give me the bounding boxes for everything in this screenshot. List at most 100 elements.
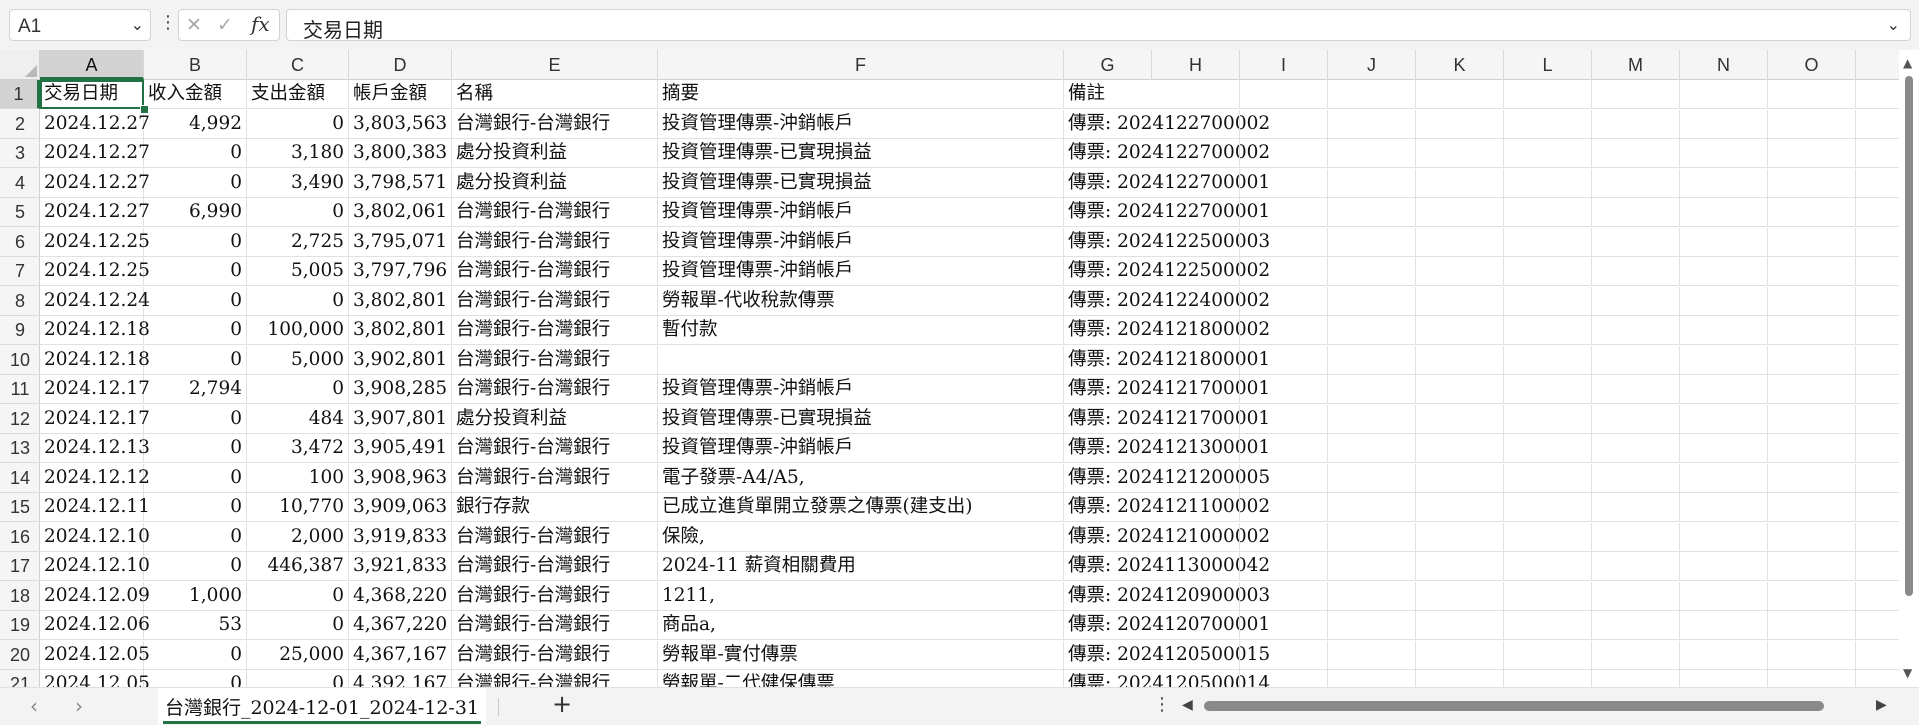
cell[interactable]: 25,000 xyxy=(247,640,349,670)
cell[interactable] xyxy=(1592,640,1680,670)
cell[interactable]: 53 xyxy=(144,611,247,640)
cell[interactable] xyxy=(1240,463,1328,493)
cell[interactable]: 0 xyxy=(144,257,247,286)
cell[interactable]: 3,921,833 xyxy=(349,552,452,581)
cell[interactable] xyxy=(1592,522,1680,552)
cell[interactable]: 台灣銀行-台灣銀行 xyxy=(452,345,658,375)
cell[interactable] xyxy=(1152,345,1240,375)
cell[interactable]: 2024.12.27 xyxy=(40,168,150,198)
cell[interactable]: 1211, xyxy=(658,581,1064,611)
sheet-tab[interactable]: 台灣銀行_2024-12-01_2024-12-31 xyxy=(158,688,486,724)
cell[interactable] xyxy=(1152,670,1240,687)
cell[interactable]: 3,795,071 xyxy=(349,227,452,257)
cell[interactable] xyxy=(1856,375,1899,404)
cell[interactable]: 投資管理傳票-沖銷帳戶 xyxy=(658,198,1064,227)
cell[interactable] xyxy=(1416,434,1504,463)
cell[interactable] xyxy=(1240,611,1328,640)
cell[interactable] xyxy=(1504,581,1592,611)
cell[interactable] xyxy=(1152,522,1240,552)
cell[interactable]: 台灣銀行-台灣銀行 xyxy=(452,109,658,139)
row-header-6[interactable]: 6 xyxy=(0,228,40,257)
cell[interactable] xyxy=(1680,257,1768,286)
cell[interactable]: 2,794 xyxy=(144,375,247,404)
cell[interactable]: 0 xyxy=(144,286,247,316)
cell[interactable] xyxy=(1240,581,1328,611)
cell[interactable]: 名稱 xyxy=(452,80,658,109)
cell[interactable] xyxy=(1240,286,1328,316)
cell[interactable]: 台灣銀行-台灣銀行 xyxy=(452,375,658,404)
cell[interactable] xyxy=(1592,404,1680,434)
cell[interactable]: 台灣銀行-台灣銀行 xyxy=(452,227,658,257)
cell[interactable]: 1,000 xyxy=(144,581,247,611)
cell[interactable] xyxy=(1240,109,1328,139)
cell[interactable]: 0 xyxy=(247,198,349,227)
column-header-e[interactable]: E xyxy=(452,50,658,80)
cell[interactable] xyxy=(1856,641,1899,670)
cell[interactable]: 3,909,063 xyxy=(349,493,452,522)
cell[interactable]: 2024.12.24 xyxy=(40,286,150,316)
cell[interactable] xyxy=(1152,316,1240,345)
cell[interactable]: 3,490 xyxy=(247,168,349,198)
cell[interactable]: 傳票: 2024121700001 xyxy=(1064,405,1270,434)
cell[interactable] xyxy=(1504,552,1592,581)
cell[interactable]: 2,725 xyxy=(247,227,349,257)
cell[interactable]: 商品a, xyxy=(658,611,1064,640)
row-header-5[interactable]: 5 xyxy=(0,198,40,227)
cell[interactable]: 0 xyxy=(247,670,349,687)
column-header-i[interactable]: I xyxy=(1240,50,1328,80)
cell[interactable]: 2,000 xyxy=(247,522,349,552)
cell[interactable] xyxy=(1680,522,1768,552)
cell[interactable] xyxy=(1240,139,1328,168)
cell[interactable]: 3,797,796 xyxy=(349,257,452,286)
cell[interactable]: 傳票: 2024121800002 xyxy=(1064,316,1270,345)
row-header-17[interactable]: 17 xyxy=(0,552,40,581)
cell[interactable]: 傳票: 2024122500003 xyxy=(1064,228,1270,257)
cell[interactable] xyxy=(1680,316,1768,345)
scroll-up-icon[interactable]: ▲ xyxy=(1903,56,1912,70)
cell[interactable]: 2024.12.25 xyxy=(40,227,150,257)
cell[interactable] xyxy=(1240,552,1328,581)
cell[interactable]: 銀行存款 xyxy=(452,493,658,522)
cell[interactable] xyxy=(1680,80,1768,109)
chevron-left-icon[interactable]: ‹ xyxy=(30,694,38,718)
cell[interactable] xyxy=(1152,168,1240,198)
cell[interactable] xyxy=(1856,523,1899,552)
cell[interactable] xyxy=(1416,168,1504,198)
select-all-button[interactable] xyxy=(0,50,40,80)
cell[interactable] xyxy=(1416,493,1504,522)
cell[interactable] xyxy=(1592,286,1680,316)
cell[interactable] xyxy=(1240,640,1328,670)
cell[interactable] xyxy=(1592,227,1680,257)
cell[interactable] xyxy=(1416,552,1504,581)
cell[interactable] xyxy=(1152,80,1240,109)
cell[interactable]: 傳票: 2024121000002 xyxy=(1064,523,1270,552)
column-header-n[interactable]: N xyxy=(1680,50,1768,80)
fill-handle[interactable] xyxy=(140,105,149,114)
cell[interactable] xyxy=(1680,198,1768,227)
cell[interactable] xyxy=(1152,286,1240,316)
more-vertical-icon[interactable]: ⋮ xyxy=(159,12,177,33)
cell[interactable] xyxy=(1680,139,1768,168)
row-header-1[interactable]: 1 xyxy=(0,80,40,109)
cell[interactable] xyxy=(1768,522,1856,552)
cell[interactable]: 勞報單-二代健保傳票 xyxy=(658,670,1064,687)
cell[interactable] xyxy=(1768,198,1856,227)
cell[interactable] xyxy=(1504,670,1592,687)
cell[interactable] xyxy=(1768,670,1856,687)
cell[interactable] xyxy=(1152,493,1240,522)
row-header-13[interactable]: 13 xyxy=(0,434,40,463)
cell[interactable]: 台灣銀行-台灣銀行 xyxy=(452,198,658,227)
cell[interactable]: 0 xyxy=(144,345,247,375)
column-header-m[interactable]: M xyxy=(1592,50,1680,80)
vertical-scroll-thumb[interactable] xyxy=(1905,76,1913,596)
cell[interactable]: 6,990 xyxy=(144,198,247,227)
cell[interactable] xyxy=(1240,80,1328,109)
column-header-k[interactable]: K xyxy=(1416,50,1504,80)
cell[interactable]: 投資管理傳票-沖銷帳戶 xyxy=(658,227,1064,257)
cell[interactable]: 2024.12.27 xyxy=(40,109,150,139)
cell[interactable] xyxy=(1592,493,1680,522)
row-header-18[interactable]: 18 xyxy=(0,582,40,611)
cell[interactable]: 446,387 xyxy=(247,552,349,581)
cell[interactable] xyxy=(1768,581,1856,611)
cell[interactable] xyxy=(1592,168,1680,198)
